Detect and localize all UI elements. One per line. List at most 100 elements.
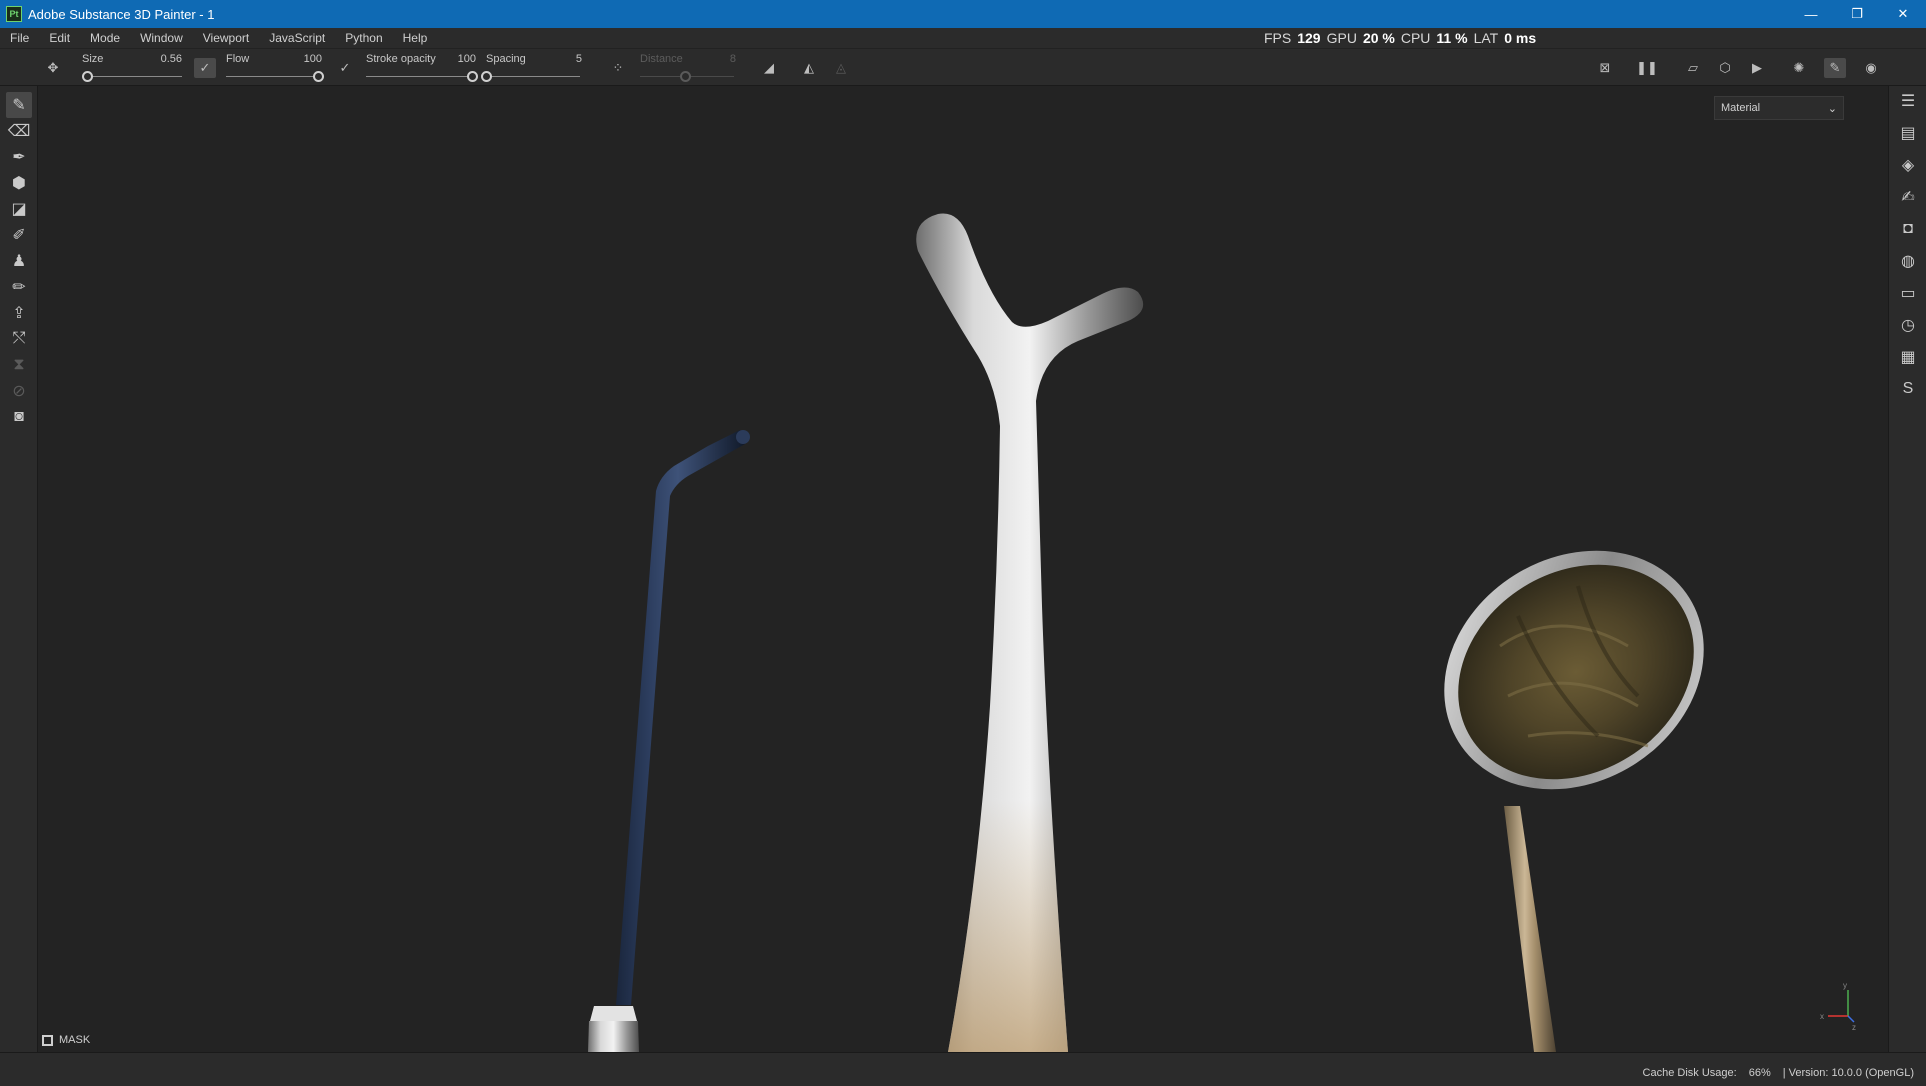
spacing-label: Spacing <box>486 53 526 65</box>
mask-checkbox[interactable] <box>42 1034 53 1046</box>
texture-set-list-icon[interactable]: ☰ <box>1897 90 1919 112</box>
color-picker-tool[interactable]: ✏ <box>6 274 32 300</box>
mask-toggle[interactable]: MASK <box>42 1034 90 1046</box>
flow-knob[interactable] <box>313 71 324 82</box>
disabled-tool: ⊘ <box>12 383 26 400</box>
properties-icon[interactable]: ✍ <box>1897 186 1919 208</box>
symmetry-settings-icon: ◬ <box>836 60 846 75</box>
viewport-mode-value: Material <box>1721 102 1761 114</box>
title-bar: Pt Adobe Substance 3D Painter - 1 — ❐ ✕ <box>0 0 1926 28</box>
pause-icon[interactable]: ❚❚ <box>1636 58 1658 78</box>
stroke-opacity-slider[interactable]: Stroke opacity 100 <box>364 49 478 87</box>
size-value: 0.56 <box>160 53 182 65</box>
cpu-value: 11 % <box>1436 30 1468 46</box>
distance-slider: Distance 8 <box>638 49 738 87</box>
size-knob[interactable] <box>82 71 93 82</box>
alignment-icon[interactable]: ◢ <box>758 58 780 78</box>
history-icon[interactable]: ◷ <box>1897 314 1919 336</box>
distance-label: Distance <box>640 53 683 65</box>
spacing-track <box>486 76 580 77</box>
window-title: Adobe Substance 3D Painter - 1 <box>28 6 215 22</box>
performance-stats: FPS 129 GPU 20 % CPU 11 % LAT 0 ms <box>1264 28 1536 48</box>
display-settings-icon[interactable]: ◘ <box>1897 218 1919 240</box>
polygon-fill-tool[interactable]: ◪ <box>6 196 32 222</box>
stroke-opacity-label: Stroke opacity <box>366 53 436 65</box>
clone-stamp-tool[interactable]: ♟ <box>6 248 32 274</box>
window-controls: — ❐ ✕ <box>1788 0 1926 28</box>
axis-y-label: y <box>1843 981 1847 990</box>
texture-set-settings-icon[interactable]: ▤ <box>1897 122 1919 144</box>
chevron-down-icon: ⌄ <box>1827 103 1837 115</box>
iray-icon[interactable]: ✺ <box>1788 58 1810 78</box>
paint-brush-tool[interactable]: ✎ <box>6 92 32 118</box>
close-button[interactable]: ✕ <box>1880 0 1926 28</box>
substance-source-icon[interactable]: S <box>1897 378 1919 400</box>
flow-label: Flow <box>226 53 250 65</box>
version-text: | Version: 10.0.0 (OpenGL) <box>1782 1067 1914 1079</box>
minimize-button[interactable]: — <box>1788 0 1834 28</box>
stroke-opacity-knob[interactable] <box>467 71 478 82</box>
geometry-fill-tool[interactable]: ⬢ <box>6 170 32 196</box>
app-logo-icon: Pt <box>6 6 22 22</box>
status-bar: Cache Disk Usage: 66% | Version: 10.0.0 … <box>0 1052 1926 1086</box>
video-camera-icon[interactable]: ▶ <box>1746 58 1768 78</box>
lat-value: 0 ms <box>1504 30 1537 46</box>
restore-button[interactable]: ❐ <box>1834 0 1880 28</box>
assets-icon[interactable]: ▭ <box>1897 282 1919 304</box>
paint-mode-icon[interactable]: ✎ <box>1824 58 1846 78</box>
viewport-mode-dropdown[interactable]: Material ⌄ <box>1714 96 1844 120</box>
size-track <box>82 76 182 77</box>
menu-mode[interactable]: Mode <box>80 31 130 45</box>
hourglass-tool: ⧗ <box>13 356 25 373</box>
menu-window[interactable]: Window <box>130 31 193 45</box>
smudge-tool[interactable]: ✐ <box>6 222 32 248</box>
menu-file[interactable]: File <box>0 31 39 45</box>
spacing-knob[interactable] <box>481 71 492 82</box>
screenshot-camera-icon[interactable]: ◉ <box>1860 58 1882 78</box>
bake-export-tool[interactable]: ⇪ <box>6 300 32 326</box>
cache-label: Cache Disk Usage: <box>1642 1067 1737 1079</box>
menu-viewport[interactable]: Viewport <box>193 31 259 45</box>
log-icon[interactable]: ▦ <box>1897 346 1919 368</box>
stroke-opacity-track <box>366 76 472 77</box>
menu-javascript[interactable]: JavaScript <box>259 31 335 45</box>
menu-edit[interactable]: Edit <box>39 31 80 45</box>
fps-value: 129 <box>1297 30 1321 46</box>
left-toolbar: ✎ ⌫ ✒ ⬢ ◪ ✐ ♟ ✏ ⇪ ⤲ ⧗ ⊘ ◙ <box>0 86 38 1052</box>
stroke-opacity-pressure-icon[interactable]: ✓ <box>334 58 356 78</box>
size-label: Size <box>82 53 104 65</box>
symmetry-icon[interactable]: ◭ <box>798 58 820 78</box>
screenshot-tool[interactable]: ◙ <box>6 404 32 430</box>
flow-pressure-toggle-icon[interactable]: ✓ <box>194 58 216 78</box>
brush-preset-icon[interactable]: ✥ <box>42 58 64 78</box>
menu-python[interactable]: Python <box>335 31 392 45</box>
silver-instrument-model <box>916 213 1144 1052</box>
distance-value: 8 <box>729 53 736 65</box>
projection-tool[interactable]: ✒ <box>6 144 32 170</box>
size-slider[interactable]: Size 0.56 <box>80 49 186 87</box>
tool-options-bar: ✥ Size 0.56 ✓ Flow 100 ✓ Stroke opacity … <box>0 48 1926 86</box>
lat-label: LAT <box>1473 30 1499 46</box>
fps-label: FPS <box>1264 30 1292 46</box>
flow-slider[interactable]: Flow 100 <box>224 49 324 87</box>
shader-settings-icon[interactable]: ◍ <box>1897 250 1919 272</box>
eraser-tool[interactable]: ⌫ <box>6 118 32 144</box>
stroke-opacity-value: 100 <box>457 53 476 65</box>
axis-z-label: z <box>1852 1023 1856 1032</box>
lazy-mouse-icon[interactable]: ⁘ <box>607 58 629 78</box>
hide-icon[interactable]: ⊠ <box>1594 58 1616 78</box>
menu-bar: File Edit Mode Window Viewport JavaScrip… <box>0 28 1926 48</box>
flow-value: 100 <box>303 53 322 65</box>
3d-viewport[interactable]: y x z Material ⌄ MASK <box>38 86 1888 1052</box>
spacing-slider[interactable]: Spacing 5 <box>481 49 584 87</box>
gpu-label: GPU <box>1326 30 1357 46</box>
layers-icon[interactable]: ◈ <box>1897 154 1919 176</box>
mask-label: MASK <box>59 1034 91 1046</box>
menu-help[interactable]: Help <box>393 31 438 45</box>
spacing-value: 5 <box>575 53 582 65</box>
camera-cube-icon[interactable]: ⬡ <box>1714 58 1736 78</box>
transform-tool[interactable]: ⤲ <box>6 326 32 352</box>
view-mode-icon[interactable]: ▱ <box>1682 58 1704 78</box>
status-info: Cache Disk Usage: 66% | Version: 10.0.0 … <box>1643 1067 1914 1079</box>
right-panel-strip: ☰ ▤ ◈ ✍ ◘ ◍ ▭ ◷ ▦ S <box>1888 86 1926 1052</box>
